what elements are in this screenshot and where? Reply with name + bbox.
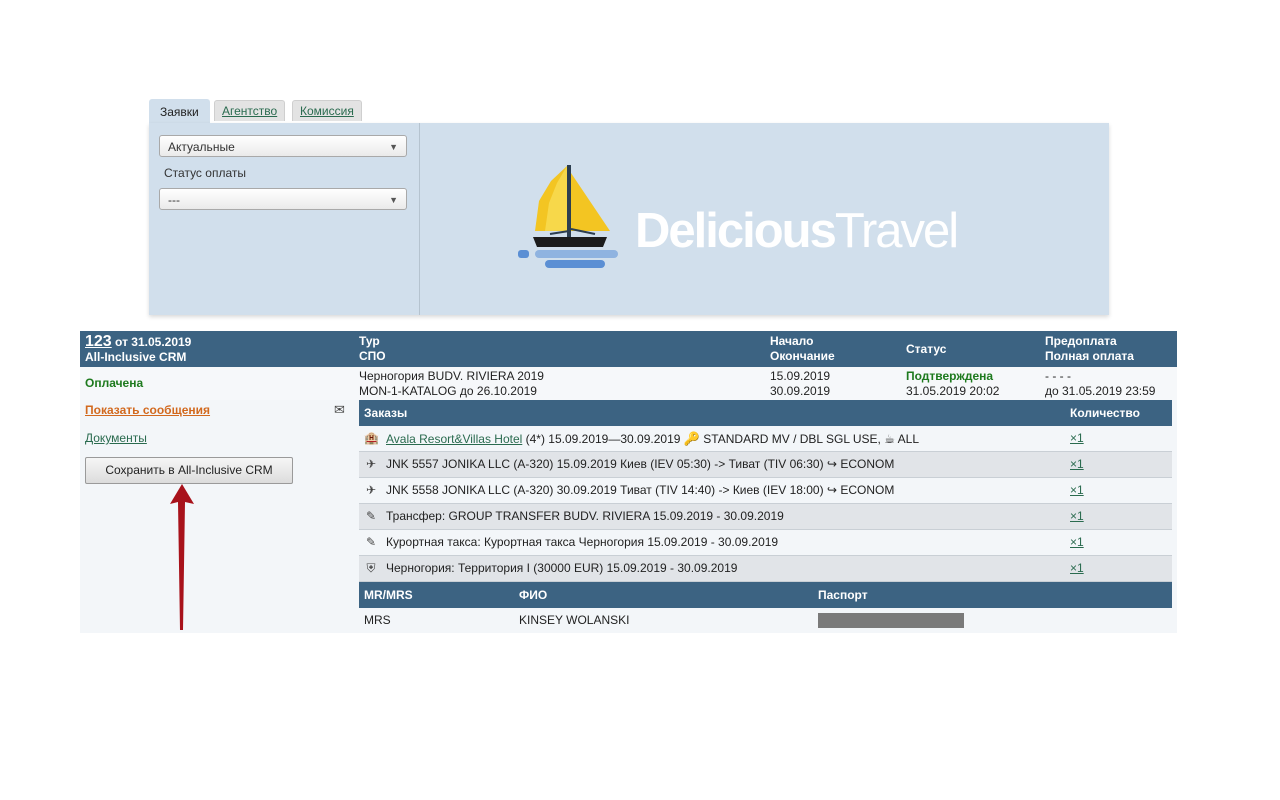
spo-name: MON-1-KATALOG до 26.10.2019 bbox=[359, 384, 537, 398]
dropdown-arrow-icon: ▼ bbox=[389, 195, 398, 205]
passengers-table-header: MR/MRS ФИО Паспорт bbox=[359, 582, 1172, 608]
order-actions: Показать сообщения ✉ Документы Сохранить… bbox=[80, 400, 358, 633]
plane-icon: ✈ bbox=[365, 483, 377, 497]
payment-status: Оплачена bbox=[85, 376, 144, 390]
fullpay-header: Полная оплата bbox=[1045, 349, 1134, 363]
envelope-icon[interactable]: ✉ bbox=[334, 402, 345, 418]
quantity-link[interactable]: ×1 bbox=[1070, 556, 1084, 581]
hotel-icon: 🏨 bbox=[364, 431, 379, 445]
end-date: 30.09.2019 bbox=[770, 384, 831, 398]
row-text: Курортная такса: Курортная такса Черного… bbox=[386, 535, 779, 549]
payment-status-select[interactable]: --- ▼ bbox=[159, 188, 407, 210]
order-info-row: Оплачена Черногория BUDV. RIVIERA 2019 M… bbox=[80, 367, 1177, 400]
table-row: ✈ JNK 5558 JONIKA LLC (A-320) 30.09.2019… bbox=[359, 478, 1172, 504]
order-card: 123 от 31.05.2019 All-Inclusive CRM Тур … bbox=[80, 331, 1177, 633]
save-to-crm-button[interactable]: Сохранить в All-Inclusive CRM bbox=[85, 457, 293, 484]
prepay-value: - - - - bbox=[1045, 369, 1071, 383]
row-text: Трансфер: GROUP TRANSFER BUDV. RIVIERA 1… bbox=[386, 509, 784, 523]
edit-icon: ✎ bbox=[365, 509, 377, 523]
passenger-name: KINSEY WOLANSKI bbox=[519, 613, 630, 627]
coffee-icon: ☕ bbox=[884, 432, 895, 446]
quantity-link[interactable]: ×1 bbox=[1070, 452, 1084, 477]
order-number-link[interactable]: 123 bbox=[85, 333, 112, 350]
table-row: ⛨ Черногория: Территория I (30000 EUR) 1… bbox=[359, 556, 1172, 582]
order-date: от 31.05.2019 bbox=[115, 335, 192, 349]
passenger-row: MRS KINSEY WOLANSKI bbox=[359, 608, 1172, 633]
passport-redacted bbox=[818, 613, 964, 628]
name-column-header: ФИО bbox=[519, 588, 548, 602]
row-text: Черногория: Территория I (30000 EUR) 15.… bbox=[386, 561, 738, 575]
delicious-travel-logo: DeliciousTravel bbox=[515, 161, 1005, 276]
tour-name: Черногория BUDV. RIVIERA 2019 bbox=[359, 369, 544, 383]
annotation-arrow bbox=[170, 484, 194, 630]
start-date: 15.09.2019 bbox=[770, 369, 831, 383]
table-row: 🏨 Avala Resort&Villas Hotel (4*) 15.09.2… bbox=[359, 426, 1172, 452]
passport-column-header: Паспорт bbox=[818, 588, 868, 602]
dropdown-arrow-icon: ▼ bbox=[389, 142, 398, 152]
status-date: 31.05.2019 20:02 bbox=[906, 384, 1000, 398]
spo-header: СПО bbox=[359, 349, 386, 363]
filter-panel: Актуальные ▼ Статус оплаты --- ▼ Delicio… bbox=[149, 123, 1109, 315]
table-row: ✎ Трансфер: GROUP TRANSFER BUDV. RIVIERA… bbox=[359, 504, 1172, 530]
hotel-link[interactable]: Avala Resort&Villas Hotel bbox=[386, 432, 522, 446]
table-row: ✎ Курортная такса: Курортная такса Черно… bbox=[359, 530, 1172, 556]
seat-icon: ↪ bbox=[826, 457, 837, 471]
row-text: Avala Resort&Villas Hotel (4*) 15.09.201… bbox=[386, 431, 920, 446]
order-status: Подтверждена bbox=[906, 369, 994, 383]
prepay-header: Предоплата bbox=[1045, 334, 1117, 348]
quantity-link[interactable]: ×1 bbox=[1070, 504, 1084, 529]
shield-icon: ⛨ bbox=[366, 561, 376, 575]
payment-select-value: --- bbox=[168, 193, 180, 207]
status-select[interactable]: Актуальные ▼ bbox=[159, 135, 407, 157]
passenger-title: MRS bbox=[364, 613, 391, 627]
logo-text: DeliciousTravel bbox=[635, 204, 959, 258]
tab-commission[interactable]: Комиссия bbox=[292, 100, 362, 121]
order-source: All-Inclusive CRM bbox=[85, 350, 187, 364]
orders-table-header: Заказы Количество bbox=[359, 400, 1172, 426]
row-text: JNK 5558 JONIKA LLC (A-320) 30.09.2019 Т… bbox=[386, 483, 895, 497]
payment-status-label: Статус оплаты bbox=[164, 166, 246, 180]
tab-agency[interactable]: Агентство bbox=[214, 100, 286, 121]
seat-icon: ↪ bbox=[826, 483, 837, 497]
panel-divider bbox=[419, 123, 420, 315]
documents-link[interactable]: Документы bbox=[85, 431, 147, 445]
tab-orders[interactable]: Заявки bbox=[149, 99, 210, 124]
end-header: Окончание bbox=[770, 349, 835, 363]
title-column-header: MR/MRS bbox=[364, 588, 413, 602]
order-header: 123 от 31.05.2019 All-Inclusive CRM Тур … bbox=[80, 331, 1177, 367]
show-messages-link[interactable]: Показать сообщения bbox=[85, 403, 210, 417]
start-header: Начало bbox=[770, 334, 814, 348]
status-select-value: Актуальные bbox=[168, 140, 235, 154]
edit-icon: ✎ bbox=[365, 535, 377, 549]
row-text: JNK 5557 JONIKA LLC (A-320) 15.09.2019 К… bbox=[386, 457, 895, 471]
tour-header: Тур bbox=[359, 334, 380, 348]
quantity-link[interactable]: ×1 bbox=[1070, 478, 1084, 503]
table-row: ✈ JNK 5557 JONIKA LLC (A-320) 15.09.2019… bbox=[359, 452, 1172, 478]
status-header: Статус bbox=[906, 342, 947, 356]
orders-column-header: Заказы bbox=[364, 406, 408, 420]
quantity-link[interactable]: ×1 bbox=[1070, 426, 1084, 451]
quantity-link[interactable]: ×1 bbox=[1070, 530, 1084, 555]
key-icon: 🔑 bbox=[683, 431, 700, 446]
fullpay-value: до 31.05.2019 23:59 bbox=[1045, 384, 1156, 398]
plane-icon: ✈ bbox=[365, 457, 377, 471]
sailboat-icon bbox=[518, 165, 618, 268]
quantity-column-header: Количество bbox=[1070, 406, 1140, 420]
